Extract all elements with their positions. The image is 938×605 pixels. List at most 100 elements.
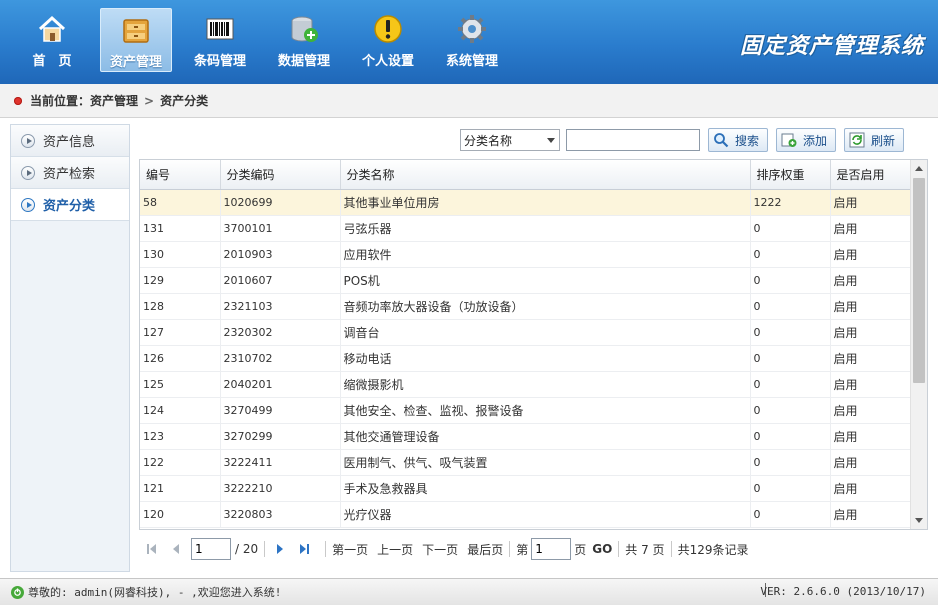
- cell-weight: 0: [750, 501, 831, 528]
- last-page-icon[interactable]: [295, 540, 313, 558]
- add-button-label: 添加: [803, 133, 828, 148]
- data-table: 编号 分类编码 分类名称 排序权重 是否启用 58 1020699 其他事业单位用房…: [140, 160, 912, 528]
- cell-code: 2321103: [220, 293, 341, 320]
- goto-suffix: 页: [574, 542, 587, 557]
- sidebar-item-label: 资产分类: [43, 199, 96, 214]
- table-row[interactable]: 123 3270299 其他交通管理设备 0 启用: [140, 423, 912, 450]
- scroll-up-icon[interactable]: [911, 160, 927, 177]
- cell-name: 其他安全、检查、监视、报警设备: [340, 397, 751, 424]
- table-row[interactable]: 127 2320302 调音台 0 启用: [140, 319, 912, 346]
- next-page-icon[interactable]: [271, 540, 289, 558]
- cell-id: 121: [140, 475, 221, 502]
- nav-data-management[interactable]: 数据管理: [268, 8, 340, 72]
- cell-name: 弓弦乐器: [340, 215, 751, 242]
- arrow-circle-icon: [21, 133, 35, 148]
- table-row[interactable]: 121 3222210 手术及急救器具 0 启用: [140, 475, 912, 502]
- cell-id: 130: [140, 241, 221, 268]
- column-header-id[interactable]: 编号: [140, 160, 221, 190]
- scroll-thumb[interactable]: [913, 178, 925, 383]
- first-page-icon[interactable]: [143, 540, 161, 558]
- cell-code: 3700101: [220, 215, 341, 242]
- refresh-button[interactable]: 刷新: [844, 128, 905, 152]
- cell-enabled: 启用: [830, 397, 912, 424]
- nav-personal-settings[interactable]: 个人设置: [352, 8, 424, 72]
- pager-divider: [325, 541, 327, 557]
- nav-personal-settings-label: 个人设置: [361, 54, 414, 69]
- cell-weight: 0: [750, 241, 831, 268]
- cell-enabled: 启用: [830, 215, 912, 242]
- table-row[interactable]: 130 2010903 应用软件 0 启用: [140, 241, 912, 268]
- page-number-input[interactable]: [191, 538, 231, 560]
- table-row[interactable]: 128 2321103 音频功率放大器设备（功放设备） 0 启用: [140, 293, 912, 320]
- cell-code: 2040201: [220, 371, 341, 398]
- cell-id: 124: [140, 397, 221, 424]
- cell-enabled: 启用: [830, 423, 912, 450]
- search-button[interactable]: 搜索: [708, 128, 769, 152]
- sidebar-item-asset-info[interactable]: 资产信息: [11, 125, 129, 157]
- sidebar-item-asset-search[interactable]: 资产检索: [11, 157, 129, 189]
- table-header-row: 编号 分类编码 分类名称 排序权重 是否启用: [140, 160, 912, 190]
- cell-weight: 0: [750, 371, 831, 398]
- cell-weight: 0: [750, 293, 831, 320]
- table-row[interactable]: 131 3700101 弓弦乐器 0 启用: [140, 215, 912, 242]
- cell-code: 2010607: [220, 267, 341, 294]
- table-row[interactable]: 120 3220803 光疗仪器 0 启用: [140, 501, 912, 528]
- sidebar-item-asset-category[interactable]: 资产分类: [11, 189, 129, 221]
- cell-code: 2010903: [220, 241, 341, 268]
- last-page-link[interactable]: 最后页: [467, 541, 503, 558]
- filter-field-value: 分类名称: [464, 133, 513, 148]
- cell-name: 手术及急救器具: [340, 475, 751, 502]
- cell-enabled: 启用: [830, 293, 912, 320]
- cell-code: 3222411: [220, 449, 341, 476]
- column-header-name[interactable]: 分类名称: [340, 160, 751, 190]
- column-header-code[interactable]: 分类编码: [220, 160, 341, 190]
- cell-weight: 0: [750, 345, 831, 372]
- cell-name: 光疗仪器: [340, 501, 751, 528]
- cell-enabled: 启用: [830, 345, 912, 372]
- pager-divider: [264, 541, 266, 557]
- first-page-link[interactable]: 第一页: [332, 541, 368, 558]
- table-row[interactable]: 129 2010607 POS机 0 启用: [140, 267, 912, 294]
- search-input[interactable]: [566, 129, 700, 151]
- table-row[interactable]: 58 1020699 其他事业单位用房 1222 启用: [140, 189, 912, 216]
- goto-prefix: 第: [516, 542, 529, 557]
- nav-asset-management[interactable]: 资产管理: [100, 8, 172, 72]
- pager-divider: [670, 541, 672, 557]
- cell-enabled: 启用: [830, 371, 912, 398]
- cell-id: 128: [140, 293, 221, 320]
- scroll-down-icon[interactable]: [911, 512, 927, 529]
- add-button[interactable]: 添加: [776, 128, 837, 152]
- column-header-weight[interactable]: 排序权重: [750, 160, 831, 190]
- vertical-scrollbar[interactable]: [910, 160, 927, 529]
- cell-code: 3222210: [220, 475, 341, 502]
- table-row[interactable]: 125 2040201 缩微摄影机 0 启用: [140, 371, 912, 398]
- user-status-icon: [11, 585, 24, 599]
- column-header-enabled[interactable]: 是否启用: [830, 160, 912, 190]
- cell-weight: 0: [750, 397, 831, 424]
- breadcrumb-level1[interactable]: 资产管理: [90, 92, 138, 109]
- goto-page-input[interactable]: [531, 538, 572, 560]
- sidebar-item-label: 资产信息: [43, 135, 96, 150]
- cell-code: 2320302: [220, 319, 341, 346]
- filter-field-select[interactable]: 分类名称: [460, 129, 560, 151]
- nav-home-label: 首 页: [32, 54, 72, 69]
- table-row[interactable]: 124 3270499 其他安全、检查、监视、报警设备 0 启用: [140, 397, 912, 424]
- next-page-link[interactable]: 下一页: [422, 541, 458, 558]
- nav-home[interactable]: 首 页: [16, 8, 88, 72]
- table-row[interactable]: 126 2310702 移动电话 0 启用: [140, 345, 912, 372]
- cell-name: POS机: [340, 267, 751, 294]
- nav-barcode-management[interactable]: 条码管理: [184, 8, 256, 72]
- cell-weight: 0: [750, 319, 831, 346]
- magnifier-icon: [713, 132, 729, 148]
- nav-system-management[interactable]: 系统管理: [436, 8, 508, 72]
- prev-page-link[interactable]: 上一页: [377, 541, 413, 558]
- prev-page-icon[interactable]: [167, 540, 185, 558]
- total-pages-text: / 20: [235, 542, 259, 556]
- system-title-logo: 固定资产管理系统: [739, 33, 924, 59]
- database-icon: [287, 12, 321, 46]
- cell-code: 2310702: [220, 345, 341, 372]
- cell-name: 移动电话: [340, 345, 751, 372]
- go-button[interactable]: GO: [592, 542, 612, 556]
- table-row[interactable]: 122 3222411 医用制气、供气、吸气装置 0 启用: [140, 449, 912, 476]
- cell-enabled: 启用: [830, 267, 912, 294]
